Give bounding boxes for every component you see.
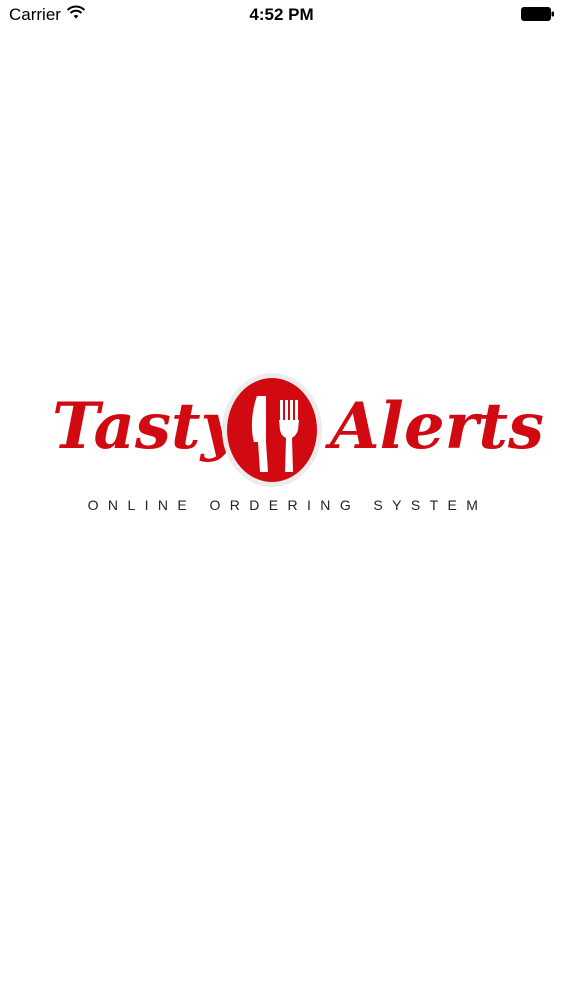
status-bar: Carrier 4:52 PM — [0, 0, 563, 30]
tagline: ONLINE ORDERING SYSTEM — [87, 497, 488, 513]
battery-icon — [521, 7, 554, 21]
brand-word-alerts: Alerts — [325, 389, 544, 464]
brand-word-tasty: Tasty — [52, 389, 242, 464]
knife-fork-icon — [222, 373, 322, 487]
clock: 4:52 PM — [249, 5, 314, 24]
